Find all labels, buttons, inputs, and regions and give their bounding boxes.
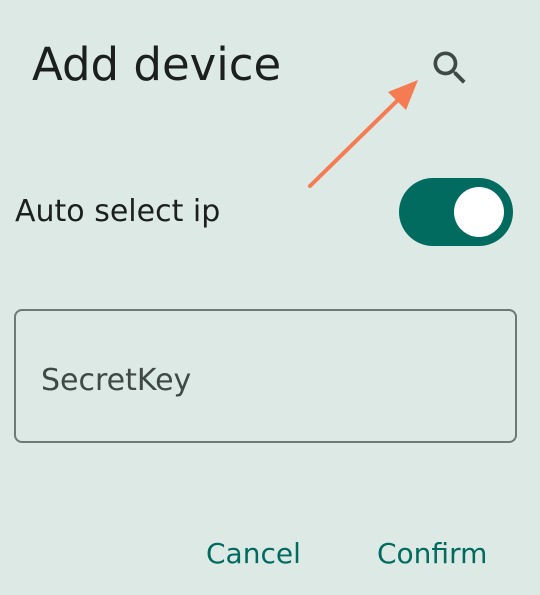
switch-thumb	[454, 187, 504, 237]
secret-key-field[interactable]: SecretKey	[14, 309, 517, 443]
auto-select-ip-row: Auto select ip	[15, 178, 515, 248]
search-icon	[433, 51, 466, 84]
secret-key-placeholder: SecretKey	[41, 363, 192, 398]
confirm-button[interactable]: Confirm	[377, 530, 487, 578]
dialog-title: Add device	[32, 38, 282, 91]
auto-select-ip-label: Auto select ip	[15, 194, 221, 229]
auto-select-ip-switch[interactable]	[399, 178, 513, 246]
add-device-dialog: Add device Auto select ip SecretKey Canc…	[0, 0, 540, 595]
search-button[interactable]	[422, 40, 478, 96]
cancel-button[interactable]: Cancel	[206, 530, 301, 578]
